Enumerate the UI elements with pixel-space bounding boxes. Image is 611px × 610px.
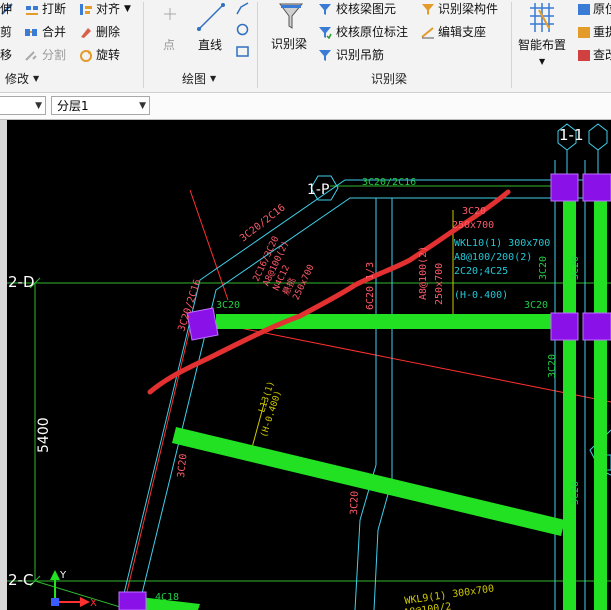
beam-label: 250x700 — [434, 263, 445, 305]
rectangle-icon[interactable] — [235, 44, 250, 59]
circle-icon[interactable] — [235, 22, 250, 37]
line-label[interactable]: 直线 — [198, 38, 222, 52]
break-icon[interactable] — [25, 2, 38, 15]
rotate-label[interactable]: 旋转 — [96, 48, 120, 62]
beam-label: 3C20/2C16 — [362, 177, 416, 188]
column[interactable] — [550, 312, 579, 341]
edit-support-icon[interactable] — [421, 24, 434, 39]
column[interactable] — [118, 591, 147, 610]
original-position-icon[interactable] — [577, 1, 590, 15]
divider — [143, 2, 144, 88]
ucs-x-label: X — [90, 598, 97, 609]
point-icon — [160, 4, 180, 24]
beam-label: 250x700 — [452, 220, 494, 231]
beam-label: A8@100/200(2) — [454, 252, 532, 263]
line-icon[interactable] — [196, 2, 226, 32]
axis-label-1-1: 1-1 — [559, 126, 584, 144]
polyline-icon[interactable] — [235, 1, 250, 16]
eraser-icon[interactable] — [79, 24, 92, 38]
original-position-label[interactable]: 原位 — [593, 2, 611, 16]
beam-label: A8@100(2) — [418, 246, 429, 300]
beam-label: 3C20 — [216, 300, 240, 311]
column[interactable] — [582, 173, 611, 202]
merge-icon[interactable] — [24, 24, 37, 37]
left-panel-edge[interactable] — [0, 120, 7, 610]
column[interactable] — [550, 173, 579, 202]
identify-component-icon[interactable] — [421, 1, 434, 15]
layer-toolbar: ▼ 分层1 ▼ — [0, 93, 611, 120]
modify-group-label[interactable]: 修改 — [5, 72, 29, 86]
cad-canvas[interactable]: 1-1 1-P 2-D 2-C 5400 3C20/2C16 3C20/2C16… — [7, 120, 611, 610]
layer-select[interactable]: 分层1 ▼ — [51, 96, 150, 115]
split-icon — [24, 47, 37, 61]
layer-select-value: 分层1 — [57, 99, 89, 113]
axis-label-2-c: 2-C — [8, 571, 33, 589]
check-beam-icon[interactable] — [318, 1, 331, 15]
trim-label[interactable]: 剪 — [0, 25, 12, 39]
check-annotation-icon[interactable] — [318, 24, 332, 40]
ucs-y-label: Y — [59, 570, 67, 581]
break-label[interactable]: 打断 — [42, 2, 66, 16]
beam-label: 6C20 1/3 — [365, 262, 376, 310]
identify-beam-icon[interactable] — [278, 2, 304, 32]
beam-label: 4C18 — [155, 592, 179, 603]
draw-group-label[interactable]: 绘图 — [182, 72, 206, 86]
edit-support-label[interactable]: 编辑支座 — [438, 25, 486, 39]
identify-hanger-label[interactable]: 识别吊筋 — [336, 48, 384, 62]
beam-label-wkl10: WKL10(1) 300x700 — [454, 238, 550, 249]
delete-label[interactable]: 删除 — [96, 25, 120, 39]
chevron-down-icon[interactable]: ▼ — [124, 2, 131, 16]
beam-label: 3C20 — [570, 256, 581, 280]
divider — [257, 2, 258, 88]
beam-vertical-right[interactable] — [594, 185, 607, 610]
identify-beam-button[interactable]: 识别梁 — [271, 37, 307, 51]
align-label[interactable]: 对齐 — [96, 2, 120, 16]
chevron-down-icon[interactable]: ▼ — [139, 97, 146, 116]
point-label: 点 — [163, 38, 176, 52]
hanger-bar-icon[interactable] — [318, 47, 331, 61]
check-annotation-label[interactable]: 校核原位标注 — [336, 25, 408, 39]
beam-label: 3C20 — [570, 481, 581, 505]
beam-vertical-left[interactable] — [563, 185, 576, 610]
check-modify-label[interactable]: 查改 — [593, 48, 611, 62]
rotate-icon[interactable] — [79, 47, 92, 62]
floor-select[interactable]: ▼ — [0, 96, 46, 115]
move-label[interactable]: 移 — [0, 48, 12, 62]
dimension-5400: 5400 — [36, 417, 52, 453]
re-extract-label[interactable]: 重提 — [593, 25, 611, 39]
beam-label: 3C20 — [524, 300, 548, 311]
beam-group-label: 识别梁 — [371, 72, 408, 86]
check-modify-icon[interactable] — [577, 47, 590, 61]
extend-label[interactable]: 伸 — [0, 2, 12, 16]
beam-label: 3C20 — [547, 354, 558, 378]
chevron-down-icon[interactable]: ▼ — [35, 97, 42, 116]
beam-horizontal[interactable] — [216, 314, 556, 329]
align-icon[interactable] — [79, 1, 92, 15]
smart-layout-button[interactable]: 智能布置 — [518, 38, 566, 52]
axis-label-2-d: 2-D — [8, 273, 35, 291]
beam-label: (H-0.400) — [454, 290, 508, 301]
split-label: 分割 — [42, 48, 67, 62]
chevron-down-icon[interactable]: ▼ — [210, 72, 216, 86]
beam-label: 3C20 — [349, 491, 361, 515]
merge-label[interactable]: 合并 — [42, 25, 66, 39]
grid-layout-icon[interactable] — [527, 2, 557, 34]
identify-component-label[interactable]: 识别梁构件 — [438, 2, 498, 16]
axis-label-1-p: 1-P — [307, 182, 329, 198]
chevron-down-icon[interactable]: ▼ — [539, 55, 545, 69]
ribbon: 伸 打断 对齐 ▼ 剪 合并 删除 移 分割 旋转 修改 ▼ 点 直线 绘图 ▼… — [0, 0, 611, 93]
chevron-down-icon[interactable]: ▼ — [33, 72, 39, 86]
re-extract-icon[interactable] — [577, 24, 590, 38]
check-beam-label[interactable]: 校核梁图元 — [336, 2, 396, 16]
column[interactable] — [582, 312, 611, 341]
beam-label: 3C20 — [462, 206, 486, 217]
beam-label: 3C20 — [538, 256, 549, 280]
beam-label: 2C20;4C25 — [454, 266, 508, 277]
divider — [511, 2, 512, 88]
